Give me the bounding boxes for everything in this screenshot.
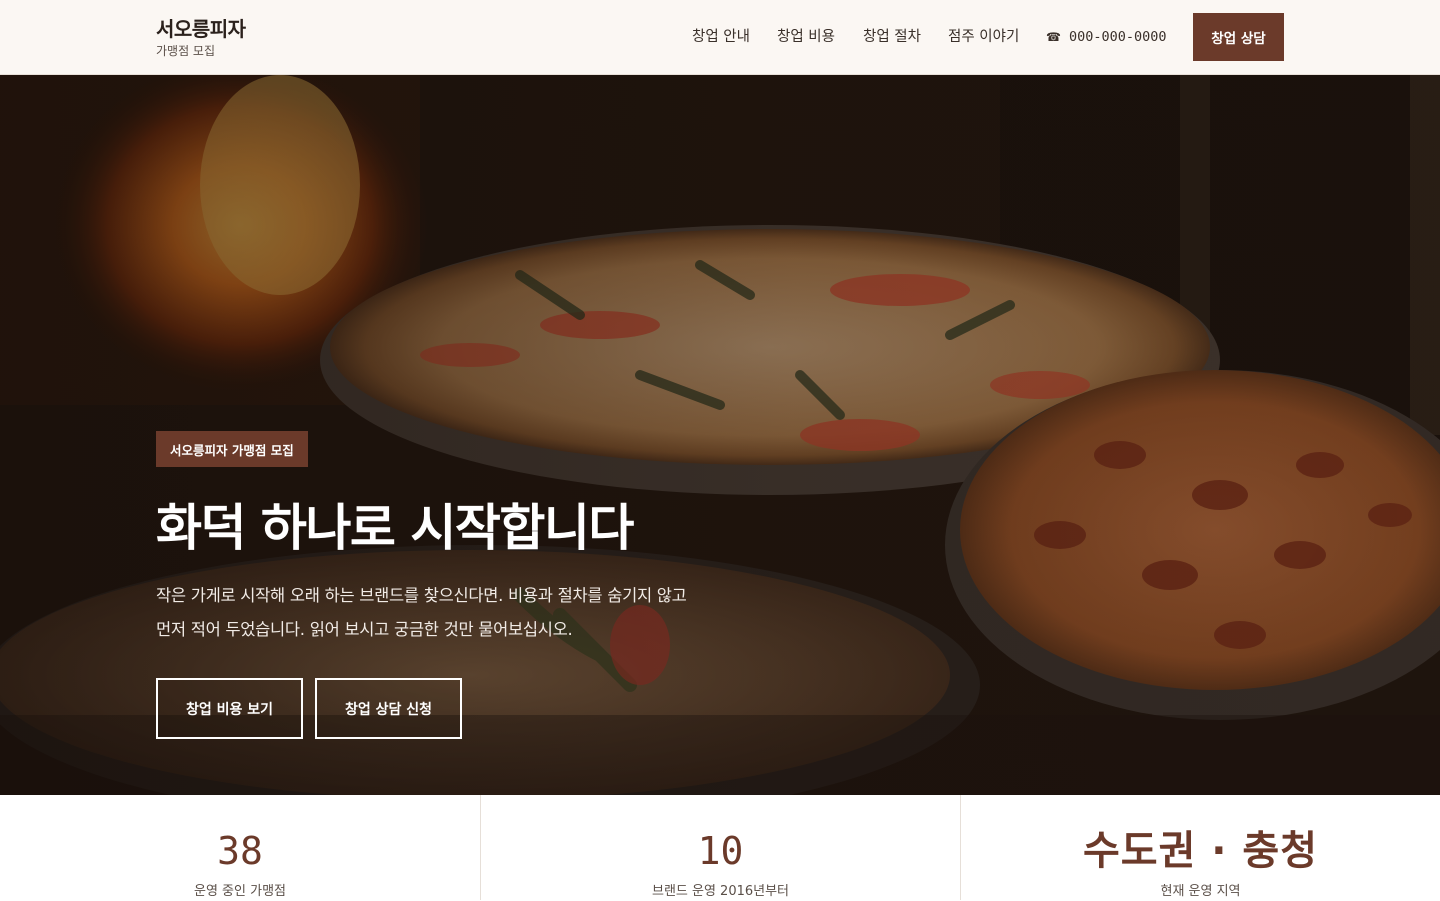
stat-label: 현재 운영 지역 — [1160, 884, 1241, 899]
stat-brand-years: 10 브랜드 운영 2016년부터 — [480, 795, 960, 900]
hero-description-line-1: 작은 가게로 시작해 오래 하는 브랜드를 찾으신다면. 비용과 절차를 숨기지… — [156, 586, 687, 605]
phone-icon: ☎ — [1046, 30, 1061, 44]
nav-link-startup-guide[interactable]: 창업 안내 — [692, 26, 750, 48]
site-header: 서오릉피자 가맹점 모집 창업 안내 창업 비용 창업 절차 점주 이야기 ☎ 0… — [0, 0, 1440, 75]
hero-description: 작은 가게로 시작해 오래 하는 브랜드를 찾으신다면. 비용과 절차를 숨기지… — [156, 579, 776, 647]
phone-text: 000-000-0000 — [1068, 29, 1167, 45]
apply-consult-button[interactable]: 창업 상담 신청 — [315, 678, 462, 739]
phone-number[interactable]: ☎ 000-000-0000 — [1046, 26, 1167, 48]
hero-badge: 서오릉피자 가맹점 모집 — [156, 431, 308, 467]
brand-subtitle: 가맹점 모집 — [156, 44, 216, 58]
nav-link-startup-process[interactable]: 창업 절차 — [863, 26, 921, 48]
stat-label: 브랜드 운영 2016년부터 — [651, 884, 790, 899]
brand-name: 서오릉피자 — [156, 17, 246, 41]
hero-description-line-2: 먼저 적어 두었습니다. 읽어 보시고 궁금한 것만 물어보십시오. — [156, 620, 573, 639]
hero-section: 서오릉피자 가맹점 모집 화덕 하나로 시작합니다 작은 가게로 시작해 오래 … — [0, 75, 1440, 795]
nav-link-owner-stories[interactable]: 점주 이야기 — [948, 26, 1019, 48]
view-cost-button[interactable]: 창업 비용 보기 — [156, 678, 303, 739]
brand[interactable]: 서오릉피자 가맹점 모집 — [156, 16, 246, 59]
stat-value: 38 — [217, 829, 263, 873]
stat-regions: 수도권 · 충청 현재 운영 지역 — [960, 795, 1440, 900]
stats-section: 38 운영 중인 가맹점 10 브랜드 운영 2016년부터 수도권 · 충청 … — [0, 795, 1440, 900]
nav-link-startup-cost[interactable]: 창업 비용 — [777, 26, 835, 48]
stat-label: 운영 중인 가맹점 — [194, 884, 286, 899]
stat-value: 수도권 · 충청 — [1082, 828, 1319, 874]
stat-value: 10 — [697, 829, 744, 873]
stat-franchise-count: 38 운영 중인 가맹점 — [0, 795, 480, 900]
consult-button[interactable]: 창업 상담 — [1193, 13, 1284, 61]
hero-title: 화덕 하나로 시작합니다 — [156, 499, 634, 557]
